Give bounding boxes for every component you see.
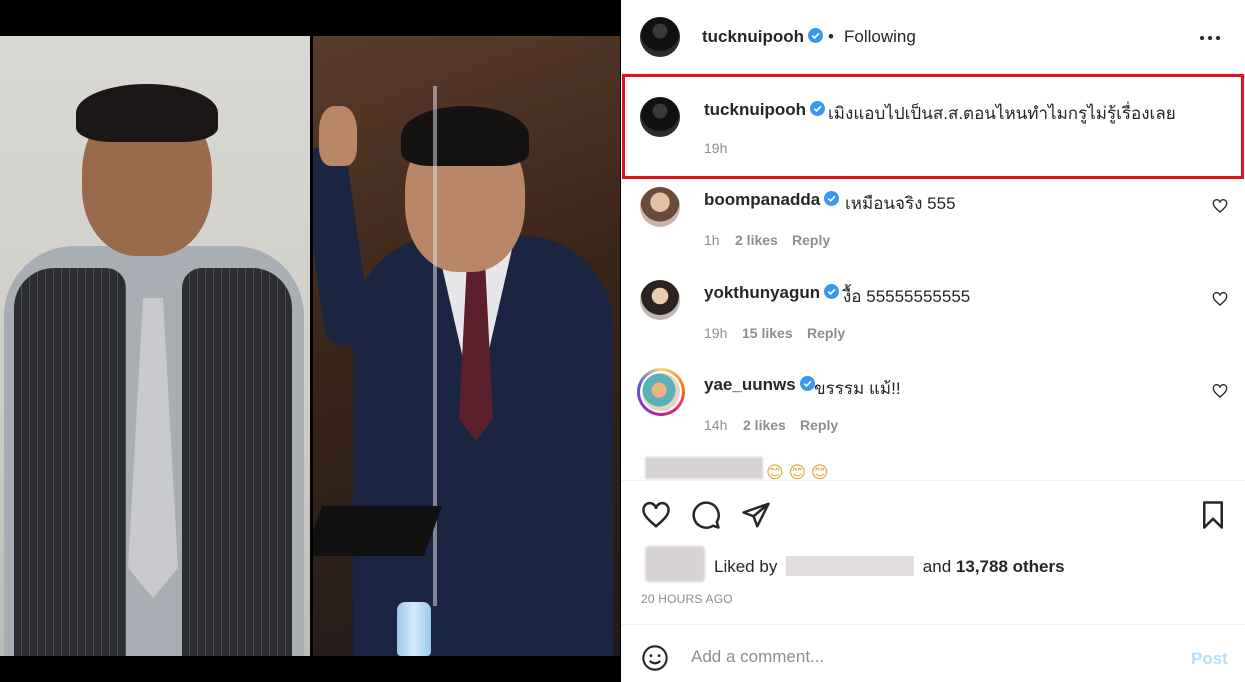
comment-likes[interactable]: 2 likes <box>743 417 786 433</box>
reply-button[interactable]: Reply <box>807 325 845 341</box>
verified-icon <box>824 191 840 206</box>
reply-button[interactable]: Reply <box>800 417 838 433</box>
following-button[interactable]: Following <box>844 27 916 47</box>
heart-icon[interactable] <box>1212 198 1228 214</box>
post-side-panel: tucknuipooh • Following tucknuipooh เมิง… <box>621 0 1245 682</box>
partial-comment-emojis: 😊 😊 😊 <box>766 463 829 480</box>
caption-highlight-box <box>622 74 1244 179</box>
comment-username[interactable]: boompanadda <box>704 190 840 210</box>
photo-right <box>313 36 620 656</box>
comment-time[interactable]: 14h <box>704 417 727 433</box>
comment-input[interactable] <box>691 647 1161 667</box>
share-icon[interactable] <box>741 500 771 530</box>
verified-icon <box>799 376 815 391</box>
comment-avatar[interactable] <box>640 187 680 227</box>
comment-likes[interactable]: 15 likes <box>742 325 793 341</box>
add-comment-bar: Post <box>621 624 1245 682</box>
blurred-username <box>645 457 763 479</box>
reply-button[interactable]: Reply <box>792 232 830 248</box>
heart-icon[interactable] <box>641 500 671 530</box>
post-header: tucknuipooh • Following <box>621 0 1245 74</box>
comment-avatar[interactable] <box>642 373 680 411</box>
comment-username[interactable]: yae_uunws <box>704 375 815 395</box>
post-button[interactable]: Post <box>1191 649 1228 669</box>
liked-by-summary[interactable]: Liked by and 13,788 others <box>714 556 1065 577</box>
blurred-liker <box>786 556 915 576</box>
comment-time[interactable]: 1h <box>704 232 720 248</box>
comment-icon[interactable] <box>691 500 721 530</box>
post-media[interactable] <box>0 0 620 682</box>
photo-left <box>0 36 310 656</box>
more-icon[interactable] <box>1199 26 1221 56</box>
heart-icon[interactable] <box>1212 291 1228 307</box>
comment-time[interactable]: 19h <box>704 325 727 341</box>
comment-likes[interactable]: 2 likes <box>735 232 778 248</box>
comment-username[interactable]: yokthunyagun <box>704 283 840 303</box>
header-separator: • <box>828 27 834 46</box>
comment-text: ขรรรม แม้!! <box>814 379 901 398</box>
owner-username[interactable]: tucknuipooh <box>702 27 823 47</box>
emoji-icon[interactable] <box>641 644 669 672</box>
bookmark-icon[interactable] <box>1198 500 1228 530</box>
verified-icon <box>807 28 823 43</box>
comment-avatar[interactable] <box>640 280 680 320</box>
instagram-post-view: tucknuipooh • Following tucknuipooh เมิง… <box>0 0 1245 682</box>
owner-avatar[interactable] <box>640 17 680 57</box>
comment-text: งื้อ 55555555555 <box>843 287 971 306</box>
verified-icon <box>824 284 840 299</box>
heart-icon[interactable] <box>1212 383 1228 399</box>
comment-text: เหมือนจริง 555 <box>845 194 956 213</box>
post-time[interactable]: 20 HOURS AGO <box>641 592 733 606</box>
liked-by-avatars <box>645 546 705 582</box>
